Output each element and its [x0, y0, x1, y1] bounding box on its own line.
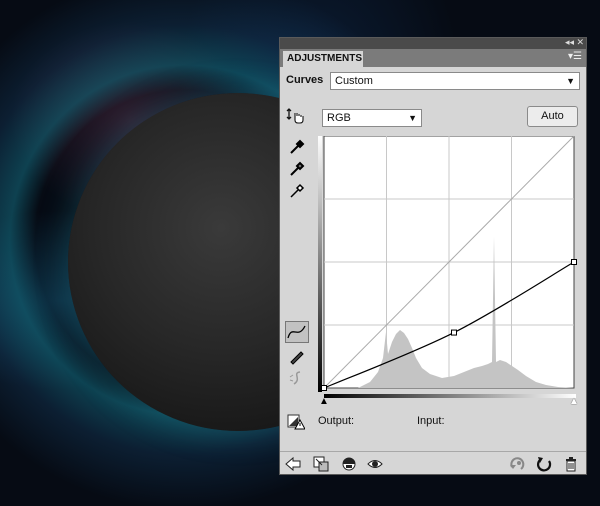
curve-point-icon[interactable]: [285, 321, 309, 343]
curves-graph[interactable]: [318, 135, 580, 392]
back-icon[interactable]: [284, 455, 302, 473]
view-previous-icon[interactable]: [340, 455, 358, 473]
clipping-warning-icon[interactable]: [287, 412, 306, 430]
adjustment-name: Curves: [286, 74, 324, 86]
auto-button[interactable]: Auto: [527, 106, 578, 127]
view-reset-icon[interactable]: [508, 455, 526, 473]
curve-control-point[interactable]: [451, 329, 457, 336]
curve-control-point[interactable]: [571, 259, 577, 265]
panel-menu-icon[interactable]: ▾☰: [568, 51, 582, 62]
collapse-icon[interactable]: ◂◂: [565, 37, 574, 48]
preset-value: Custom: [335, 75, 373, 87]
visibility-eye-icon[interactable]: [366, 455, 384, 473]
adjustments-panel: ◂◂ ✕ ADJUSTMENTS ▾☰ Curves Custom ▼ RGB …: [279, 37, 587, 475]
curves-graph-svg[interactable]: [318, 135, 580, 392]
black-point-slider[interactable]: ▲: [319, 396, 329, 407]
smooth-icon: [287, 369, 307, 389]
input-label: Input:: [417, 415, 445, 427]
tab-adjustments[interactable]: ADJUSTMENTS: [283, 51, 363, 67]
target-adjust-icon[interactable]: [285, 106, 305, 126]
channel-value: RGB: [327, 112, 351, 124]
close-icon[interactable]: ✕: [576, 37, 584, 48]
input-gradient-bar: [324, 394, 576, 398]
panel-tab-strip: ADJUSTMENTS ▾☰: [280, 49, 586, 67]
preset-select[interactable]: Custom ▼: [330, 72, 580, 90]
black-eyedropper-icon[interactable]: [287, 138, 307, 158]
clip-layer-icon[interactable]: [312, 455, 330, 473]
panel-footer: [280, 451, 586, 475]
output-label: Output:: [318, 415, 355, 427]
channel-select[interactable]: RGB ▼: [322, 109, 422, 127]
pencil-icon[interactable]: [287, 347, 307, 367]
curve-control-point[interactable]: [321, 385, 327, 391]
panel-title-bar[interactable]: ◂◂ ✕: [280, 37, 586, 49]
reset-icon[interactable]: [535, 455, 553, 473]
gray-eyedropper-icon[interactable]: [287, 160, 307, 180]
chevron-down-icon: ▼: [566, 76, 575, 86]
white-point-slider[interactable]: ▲: [569, 396, 579, 407]
white-eyedropper-icon[interactable]: [287, 182, 307, 202]
chevron-down-icon: ▼: [408, 113, 417, 123]
trash-icon[interactable]: [562, 455, 580, 473]
